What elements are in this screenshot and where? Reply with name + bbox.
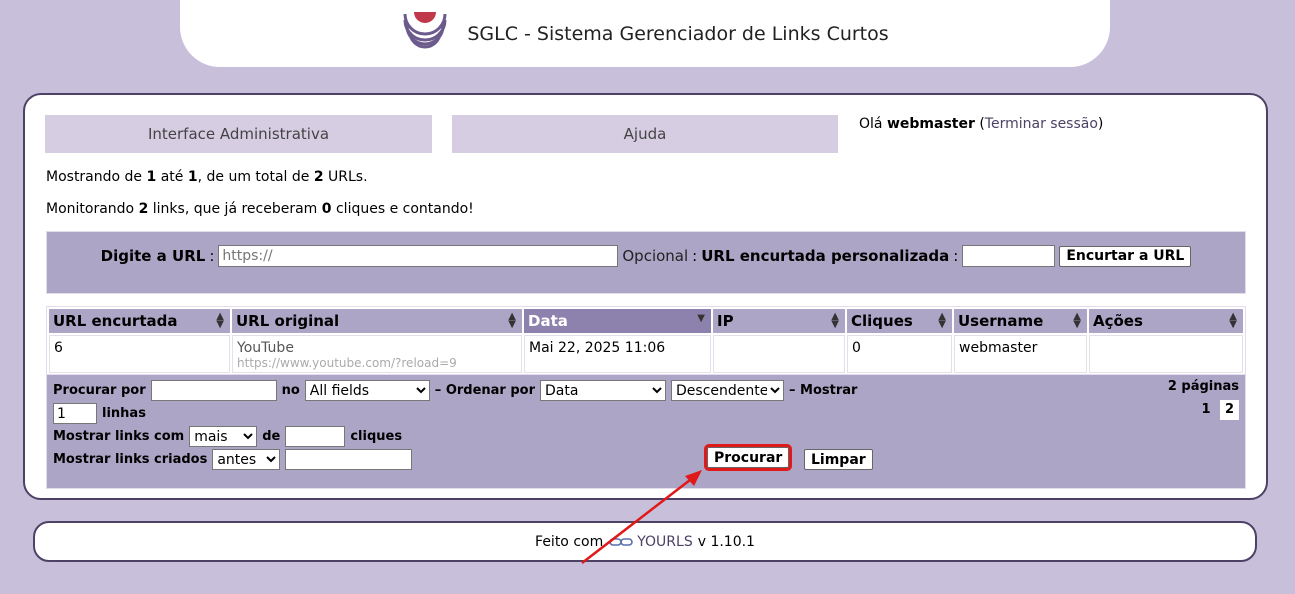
url-table: URL encurtada ▲ ▼ URL original ▲ ▼ Data ▼ IP ▲… [46, 306, 1246, 376]
rows-per-page-input[interactable] [53, 403, 97, 424]
search-field-select[interactable]: All fields [304, 380, 430, 401]
optional-label: Opcional [622, 247, 689, 265]
main-panel: Interface Administrativa Ajuda Olá webma… [23, 93, 1268, 500]
clear-button[interactable]: Limpar [804, 449, 873, 470]
search-label: Procurar por [53, 383, 146, 398]
link-title[interactable]: YouTube [237, 340, 294, 356]
col-date[interactable]: Data ▼ [524, 309, 711, 333]
page-title: SGLC - Sistema Gerenciador de Links Curt… [467, 22, 889, 45]
clicks-operator-select[interactable]: mais [189, 426, 258, 447]
col-short-url[interactable]: URL encurtada ▲ ▼ [49, 309, 230, 333]
order-by-select[interactable]: Data [540, 380, 667, 401]
cell-ip [713, 335, 845, 373]
cell-clicks: 0 [847, 335, 952, 373]
rows-label: linhas [102, 406, 146, 421]
clicks-filter-label: Mostrar links com [53, 429, 185, 444]
shorten-button[interactable]: Encurtar a URL [1059, 245, 1192, 267]
of-label: de [262, 429, 281, 444]
filter-panel: Procurar por no All fields – Ordenar por… [46, 374, 1246, 489]
table-row: 6 YouTube https://www.youtube.com/?reloa… [49, 335, 1243, 373]
user-greeting: Olá webmaster (Terminar sessão) [859, 116, 1104, 132]
logo-icon [403, 11, 447, 48]
sort-icon: ▲ ▼ [216, 311, 224, 330]
link-url[interactable]: https://www.youtube.com/?reload=9 [237, 356, 517, 370]
custom-keyword-input[interactable] [962, 245, 1056, 267]
search-field-label: no [281, 383, 300, 398]
order-direction-select[interactable]: Descendente [671, 380, 785, 401]
version-text: v 1.10.1 [697, 533, 755, 550]
search-input[interactable] [150, 380, 277, 401]
search-button[interactable]: Procurar [703, 444, 793, 471]
col-clicks[interactable]: Cliques ▲ ▼ [847, 309, 952, 333]
sort-icon: ▲ ▼ [938, 311, 946, 330]
created-date-input[interactable] [285, 449, 413, 470]
sort-icon: ▲ ▼ [508, 311, 516, 330]
clicks-value-input[interactable] [285, 426, 346, 447]
page-footer: Feito com YOURLS v 1.10.1 [33, 521, 1257, 562]
col-original-url[interactable]: URL original ▲ ▼ [232, 309, 522, 333]
clicks-unit-label: cliques [350, 429, 403, 444]
cell-original-url: YouTube https://www.youtube.com/?reload=… [232, 335, 522, 373]
cell-short-url: 6 [49, 335, 230, 373]
cell-date: Mai 22, 2025 11:06 [524, 335, 711, 373]
page-2-current: 2 [1220, 400, 1239, 420]
order-label: – Ordenar por [434, 383, 536, 398]
logout-link[interactable]: Terminar sessão [985, 116, 1098, 132]
chain-link-icon [609, 537, 634, 546]
created-filter-label: Mostrar links criados [53, 452, 208, 467]
yourls-link[interactable]: YOURLS [637, 534, 692, 550]
chevron-down-icon: ▼ [697, 313, 705, 324]
col-ip[interactable]: IP ▲ ▼ [713, 309, 845, 333]
col-actions[interactable]: Ações ▲ ▼ [1089, 309, 1243, 333]
new-url-form: Digite a URL: Opcional : URL encurtada p… [46, 231, 1246, 294]
custom-keyword-label: URL encurtada personalizada [701, 247, 950, 265]
show-label: – Mostrar [789, 383, 858, 398]
sort-icon: ▲ ▼ [1073, 311, 1081, 330]
page-1-link[interactable]: 1 [1196, 400, 1215, 420]
tab-help[interactable]: Ajuda [452, 115, 838, 153]
url-label: Digite a URL [100, 247, 206, 265]
created-operator-select[interactable]: antes [212, 449, 281, 470]
cell-username: webmaster [954, 335, 1087, 373]
url-input[interactable] [218, 245, 619, 267]
page-header: SGLC - Sistema Gerenciador de Links Curt… [180, 0, 1110, 67]
pagination: 2 páginas 1 2 [1168, 379, 1239, 420]
greeting-text: Olá [859, 116, 883, 132]
username: webmaster [886, 116, 975, 132]
pages-count: 2 páginas [1167, 379, 1239, 394]
sort-icon: ▲ ▼ [831, 311, 839, 330]
cell-actions [1089, 335, 1243, 373]
showing-summary: Mostrando de 1 até 1, de um total de 2 U… [46, 169, 368, 185]
sort-icon: ▲ ▼ [1229, 311, 1237, 330]
footer-text: Feito com [535, 533, 604, 550]
col-username[interactable]: Username ▲ ▼ [954, 309, 1087, 333]
monitoring-summary: Monitorando 2 links, que já receberam 0 … [46, 201, 474, 217]
tab-admin-interface[interactable]: Interface Administrativa [45, 115, 432, 153]
